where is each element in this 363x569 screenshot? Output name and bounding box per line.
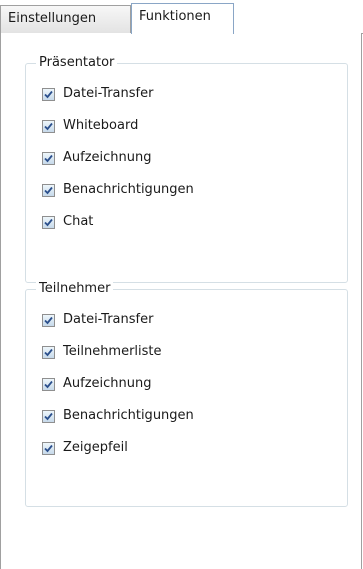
participants-group: Teilnehmer Datei-Transfer Teilnehmerlist… xyxy=(25,280,348,507)
check-mark-icon xyxy=(44,412,53,420)
presenter-whiteboard-label: Whiteboard xyxy=(63,118,139,133)
check-mark-icon xyxy=(44,154,53,162)
check-mark-icon xyxy=(44,90,53,98)
participants-participant-list-label: Teilnehmerliste xyxy=(63,344,162,359)
participants-notifications-checkbox[interactable] xyxy=(42,409,55,423)
participants-file-transfer-label: Datei-Transfer xyxy=(63,312,154,327)
check-mark-icon xyxy=(44,122,53,130)
check-mark-icon xyxy=(44,380,53,388)
settings-window: Einstellungen Funktionen Präsentator Dat… xyxy=(0,0,363,569)
check-mark-icon xyxy=(44,218,53,226)
presenter-group: Präsentator Datei-Transfer Whiteboard Au… xyxy=(25,54,348,283)
check-mark-icon xyxy=(44,186,53,194)
check-mark-icon xyxy=(44,348,53,356)
check-mark-icon xyxy=(44,444,53,452)
presenter-chat-checkbox[interactable] xyxy=(42,215,55,229)
participants-pointer-option[interactable]: Zeigepfeil xyxy=(42,438,128,458)
presenter-chat-option[interactable]: Chat xyxy=(42,212,93,232)
presenter-recording-label: Aufzeichnung xyxy=(63,150,152,165)
participants-recording-label: Aufzeichnung xyxy=(63,376,152,391)
participants-pointer-checkbox[interactable] xyxy=(42,441,55,455)
presenter-file-transfer-checkbox[interactable] xyxy=(42,87,55,101)
participants-file-transfer-checkbox[interactable] xyxy=(42,313,55,327)
presenter-file-transfer-label: Datei-Transfer xyxy=(63,86,154,101)
participants-group-title: Teilnehmer xyxy=(36,280,114,298)
participants-notifications-label: Benachrichtigungen xyxy=(63,408,194,423)
tab-einstellungen[interactable]: Einstellungen xyxy=(0,5,131,33)
participants-participant-list-option[interactable]: Teilnehmerliste xyxy=(42,342,162,362)
participants-recording-option[interactable]: Aufzeichnung xyxy=(42,374,152,394)
presenter-recording-option[interactable]: Aufzeichnung xyxy=(42,148,152,168)
participants-notifications-option[interactable]: Benachrichtigungen xyxy=(42,406,194,426)
funktionen-panel: Präsentator Datei-Transfer Whiteboard Au… xyxy=(0,33,362,569)
presenter-notifications-option[interactable]: Benachrichtigungen xyxy=(42,180,194,200)
presenter-group-title: Präsentator xyxy=(36,54,118,72)
presenter-notifications-checkbox[interactable] xyxy=(42,183,55,197)
presenter-notifications-label: Benachrichtigungen xyxy=(63,182,194,197)
participants-participant-list-checkbox[interactable] xyxy=(42,345,55,359)
participants-pointer-label: Zeigepfeil xyxy=(63,440,128,455)
presenter-chat-label: Chat xyxy=(63,214,94,229)
participants-recording-checkbox[interactable] xyxy=(42,377,55,391)
presenter-file-transfer-option[interactable]: Datei-Transfer xyxy=(42,84,153,104)
tab-bar: Einstellungen Funktionen xyxy=(0,0,363,34)
presenter-whiteboard-checkbox[interactable] xyxy=(42,119,55,133)
presenter-whiteboard-option[interactable]: Whiteboard xyxy=(42,116,138,136)
tab-funktionen[interactable]: Funktionen xyxy=(131,3,234,34)
participants-file-transfer-option[interactable]: Datei-Transfer xyxy=(42,310,153,330)
presenter-recording-checkbox[interactable] xyxy=(42,151,55,165)
check-mark-icon xyxy=(44,316,53,324)
